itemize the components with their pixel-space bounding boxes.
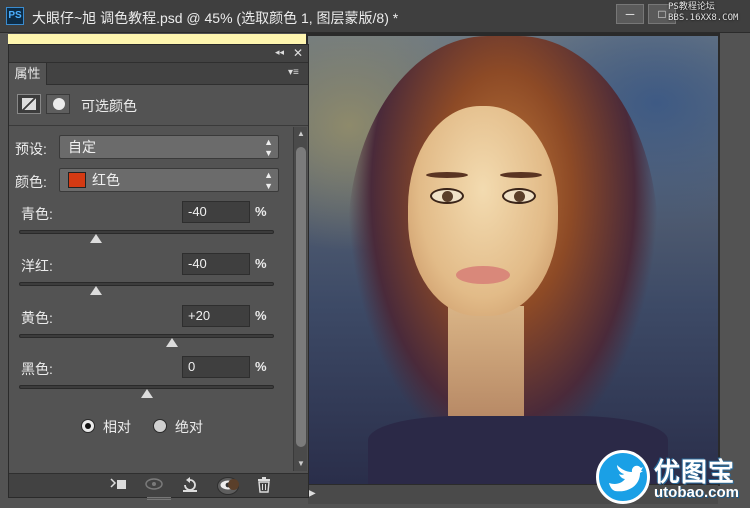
black-unit: % (255, 359, 267, 374)
tab-properties[interactable]: 属性 (9, 63, 47, 85)
clip-to-layer-icon[interactable] (107, 477, 129, 495)
magenta-unit: % (255, 256, 267, 271)
yellow-slider-thumb[interactable] (166, 338, 178, 347)
photo-face (408, 106, 558, 316)
panel-header: ◂◂ ✕ (9, 45, 308, 63)
trash-icon[interactable] (253, 477, 275, 495)
color-value: 红色 (92, 172, 120, 188)
cyan-slider-thumb[interactable] (89, 234, 102, 243)
preset-label: 预设: (15, 141, 47, 157)
yellow-slider-track[interactable] (19, 334, 274, 338)
photo-brow-left (426, 172, 468, 178)
layer-mask-icon[interactable] (46, 94, 70, 114)
absolute-label: 绝对 (175, 419, 203, 435)
scroll-down-icon[interactable]: ▼ (294, 459, 308, 468)
status-arrow-icon[interactable]: ▶ (308, 488, 316, 499)
forum-watermark-line2: BBS.16XX8.COM (668, 13, 739, 23)
black-slider-thumb[interactable] (140, 389, 153, 398)
forum-watermark-line1: PS教程论坛 (668, 2, 715, 12)
logo-text-en: utobao.com (654, 484, 739, 501)
reset-icon[interactable] (179, 477, 201, 495)
yellow-label: 黄色: (21, 310, 53, 326)
black-value-input[interactable]: 0 (182, 356, 250, 378)
panel-scrollbar[interactable]: ▲ ▼ (293, 127, 307, 471)
color-label: 颜色: (15, 174, 47, 190)
visibility-eye-icon[interactable] (217, 477, 239, 495)
panel-resize-grip[interactable] (147, 497, 171, 500)
photoshop-app-icon: PS (6, 7, 24, 25)
photo-neck (448, 306, 524, 416)
canvas-photo[interactable] (308, 36, 718, 484)
updown-icon: ▲ ▼ (264, 170, 273, 191)
relative-radio[interactable] (81, 419, 95, 433)
selective-color-icon[interactable] (17, 94, 41, 114)
color-dropdown[interactable]: 红色 ▲ ▼ (59, 168, 279, 192)
magenta-value-input[interactable]: -40 (182, 253, 250, 275)
cyan-slider-track[interactable] (19, 230, 274, 234)
scroll-thumb[interactable] (296, 147, 306, 447)
bird-logo-icon (596, 450, 650, 504)
cyan-value-input[interactable]: -40 (182, 201, 250, 223)
relative-label: 相对 (103, 419, 131, 435)
scroll-up-icon[interactable]: ▲ (294, 129, 308, 138)
photo-eye-left (430, 188, 464, 204)
collapse-panel-button[interactable]: ◂◂ (275, 47, 284, 58)
close-panel-button[interactable]: ✕ (293, 46, 303, 60)
yellow-unit: % (255, 308, 267, 323)
preset-value: 自定 (68, 139, 96, 155)
document-title: 大眼仔~旭 调色教程.psd @ 45% (选取颜色 1, 图层蒙版/8) * (32, 10, 399, 26)
photo-brow-right (500, 172, 542, 178)
forum-watermark: PS教程论坛 BBS.16XX8.COM (668, 2, 738, 24)
magenta-slider-track[interactable] (19, 282, 274, 286)
cyan-label: 青色: (21, 206, 53, 222)
updown-icon: ▲ ▼ (264, 137, 273, 158)
divider (9, 125, 308, 126)
color-swatch (68, 172, 86, 189)
panel-menu-icon[interactable]: ▾≡ (288, 67, 299, 78)
magenta-slider-thumb[interactable] (89, 286, 102, 295)
black-label: 黑色: (21, 361, 53, 377)
panel-bottom-toolbar (9, 473, 308, 497)
photo-eye-right (502, 188, 536, 204)
adjustment-title: 可选颜色 (81, 98, 137, 114)
photo-lips (456, 266, 510, 284)
view-previous-icon[interactable] (143, 477, 165, 495)
preset-dropdown[interactable]: 自定 ▲ ▼ (59, 135, 279, 159)
cyan-unit: % (255, 204, 267, 219)
absolute-radio[interactable] (153, 419, 167, 433)
panel-tab-row: 属性 ▾≡ (9, 63, 308, 85)
properties-panel: ◂◂ ✕ 属性 ▾≡ 可选颜色 预设: 自定 ▲ ▼ 颜色: 红色 ▲ ▼ 青色: … (8, 44, 309, 500)
title-bar: PS 大眼仔~旭 调色教程.psd @ 45% (选取颜色 1, 图层蒙版/8)… (0, 0, 750, 33)
minimize-button[interactable]: ─ (616, 4, 644, 24)
yellow-value-input[interactable]: +20 (182, 305, 250, 327)
utobao-logo: 优图宝 utobao.com (596, 450, 746, 506)
magenta-label: 洋红: (21, 258, 53, 274)
